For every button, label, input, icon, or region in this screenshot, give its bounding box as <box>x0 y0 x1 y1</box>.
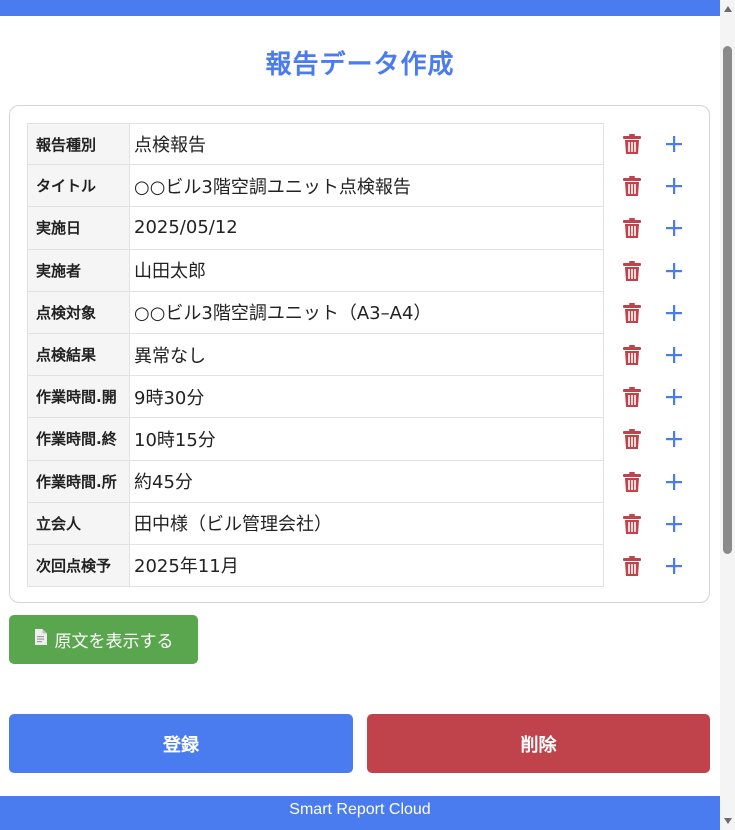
row-key: 報告種別 <box>27 124 130 165</box>
plus-icon[interactable] <box>662 512 686 536</box>
table-row: 立会人 田中様（ビル管理会社） <box>27 502 604 545</box>
trash-icon[interactable] <box>620 385 644 409</box>
trash-icon[interactable] <box>620 343 644 367</box>
trash-icon[interactable] <box>620 301 644 325</box>
document-icon <box>34 629 47 650</box>
row-key: タイトル <box>27 165 130 207</box>
page-title: 報告データ作成 <box>265 50 455 80</box>
row-action-group <box>614 250 694 292</box>
trash-icon[interactable] <box>620 132 644 156</box>
row-action-group <box>614 165 694 207</box>
row-value[interactable]: 10時15分 <box>130 418 604 460</box>
row-action-group <box>614 123 694 165</box>
plus-icon[interactable] <box>662 343 686 367</box>
row-value[interactable]: ○○ビル3階空調ユニット（A3–A4） <box>130 291 604 333</box>
plus-icon[interactable] <box>662 301 686 325</box>
trash-icon[interactable] <box>620 512 644 536</box>
trash-icon[interactable] <box>620 554 644 578</box>
table-row: 点検対象 ○○ビル3階空調ユニット（A3–A4） <box>27 291 604 334</box>
row-value[interactable]: 異常なし <box>130 333 604 376</box>
show-source-label: 原文を表示する <box>54 632 174 652</box>
table-row: 作業時間.所 約45分 <box>27 460 604 503</box>
top-bar <box>0 0 720 16</box>
row-action-group <box>614 376 694 418</box>
table-row: 実施日 2025/05/12 <box>27 207 604 250</box>
row-action-group <box>614 503 694 545</box>
row-value[interactable]: 2025/05/12 <box>130 207 604 249</box>
show-source-button[interactable]: 原文を表示する <box>9 615 198 664</box>
scroll-thumb[interactable] <box>723 46 732 554</box>
trash-icon[interactable] <box>620 427 644 451</box>
row-action-group <box>614 545 694 587</box>
report-table: 報告種別 点検報告 タイトル ○○ビル3階空調ユニット点検報告 実施日 2025/05/1… <box>27 123 604 588</box>
trash-icon[interactable] <box>620 174 644 198</box>
table-row: 報告種別 点検報告 <box>27 123 604 166</box>
plus-icon[interactable] <box>662 385 686 409</box>
trash-icon[interactable] <box>620 259 644 283</box>
table-row: 作業時間.開 9時30分 <box>27 376 604 419</box>
row-value[interactable]: 約45分 <box>130 460 604 502</box>
row-value[interactable]: 山田太郎 <box>130 249 604 291</box>
row-key: 作業時間.開 <box>27 376 130 418</box>
delete-button[interactable]: 削除 <box>367 714 710 773</box>
row-action-group <box>614 461 694 503</box>
plus-icon[interactable] <box>662 259 686 283</box>
row-key: 点検対象 <box>27 291 130 333</box>
trash-icon[interactable] <box>620 470 644 494</box>
row-action-group <box>614 334 694 376</box>
plus-icon[interactable] <box>662 470 686 494</box>
table-row: 点検結果 異常なし <box>27 333 604 377</box>
row-action-group <box>614 418 694 460</box>
table-row: タイトル ○○ビル3階空調ユニット点検報告 <box>27 165 604 208</box>
table-row: 作業時間.終 10時15分 <box>27 418 604 461</box>
row-key: 次回点検予 <box>27 544 130 587</box>
register-button[interactable]: 登録 <box>9 714 353 773</box>
footer-text: Smart Report Cloud <box>289 801 431 818</box>
scroll-up-icon[interactable] <box>720 2 735 16</box>
plus-icon[interactable] <box>662 174 686 198</box>
plus-icon[interactable] <box>662 132 686 156</box>
row-value[interactable]: 田中様（ビル管理会社） <box>130 502 604 544</box>
row-action-group <box>614 207 694 249</box>
footer: Smart Report Cloud <box>0 796 720 830</box>
row-key: 点検結果 <box>27 333 130 376</box>
plus-icon[interactable] <box>662 554 686 578</box>
table-row: 実施者 山田太郎 <box>27 249 604 292</box>
row-actions <box>614 123 694 587</box>
plus-icon[interactable] <box>662 427 686 451</box>
row-value[interactable]: ○○ビル3階空調ユニット点検報告 <box>130 165 604 207</box>
row-key: 実施日 <box>27 207 130 249</box>
row-key: 作業時間.所 <box>27 460 130 502</box>
trash-icon[interactable] <box>620 216 644 240</box>
row-value[interactable]: 9時30分 <box>130 376 604 418</box>
scroll-down-icon[interactable] <box>720 814 735 828</box>
row-key: 実施者 <box>27 249 130 291</box>
report-table-card: 報告種別 点検報告 タイトル ○○ビル3階空調ユニット点検報告 実施日 2025/05/1… <box>9 105 710 603</box>
row-key: 作業時間.終 <box>27 418 130 460</box>
plus-icon[interactable] <box>662 216 686 240</box>
row-key: 立会人 <box>27 502 130 544</box>
scrollbar[interactable] <box>720 0 735 830</box>
row-value[interactable]: 点検報告 <box>130 124 604 165</box>
table-row: 次回点検予 2025年11月 <box>27 544 604 588</box>
row-value[interactable]: 2025年11月 <box>130 544 604 587</box>
row-action-group <box>614 292 694 334</box>
